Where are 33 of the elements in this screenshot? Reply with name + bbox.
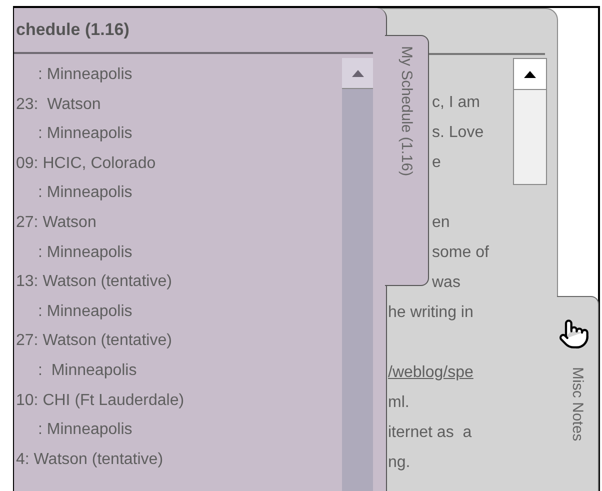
schedule-place-entry: : Minneapolis <box>37 242 134 263</box>
panel-title: chedule (1.16) <box>16 20 130 40</box>
note-text: s. Love <box>432 123 484 143</box>
scroll-up-button[interactable] <box>514 59 546 90</box>
schedule-date-entry: 27: Watson (tentative) <box>16 331 173 352</box>
schedule-date-entry: 10: CHI (Ft Lauderdale) <box>16 390 184 411</box>
schedule-place-entry: : Minneapolis <box>37 302 134 322</box>
note-text: en <box>432 213 450 233</box>
schedule-place-entry: : Minneapolis <box>37 420 134 440</box>
schedule-date-entry: 09: HCIC, Colorado <box>16 154 157 174</box>
note-text: ml. <box>388 393 410 413</box>
schedule-place-entry: : Minneapolis <box>37 124 134 144</box>
schedule-place-entry: : Minneapolis <box>37 360 138 381</box>
schedule-date-entry: 23: Watson <box>16 94 102 115</box>
note-text: iternet as a <box>388 423 472 443</box>
note-text: e <box>432 153 441 173</box>
note-text: he writing in <box>388 303 474 323</box>
tab-label: Misc Notes <box>569 367 586 442</box>
note-text: c, I am <box>432 93 480 113</box>
scrollbar[interactable] <box>513 58 547 185</box>
note-link[interactable]: /weblog/spe <box>388 358 474 388</box>
panel-tab[interactable]: My Schedule (1.16) <box>385 35 429 286</box>
note-text: ng. <box>388 453 410 473</box>
note-text: some of <box>432 243 489 263</box>
schedule-place-entry: : Minneapolis <box>37 65 134 85</box>
panel-tab[interactable]: Misc Notes <box>557 296 599 491</box>
tab-label: My Schedule (1.16) <box>398 46 415 176</box>
scrollbar[interactable] <box>342 58 373 491</box>
note-text: was <box>432 273 460 293</box>
schedule-date-entry: 4: Watson (tentative) <box>16 450 164 470</box>
schedule-place-entry: : Minneapolis <box>37 183 134 204</box>
schedule-date-entry: 13: Watson (tentative) <box>16 272 173 292</box>
schedule-date-entry: 27: Watson <box>16 212 98 233</box>
